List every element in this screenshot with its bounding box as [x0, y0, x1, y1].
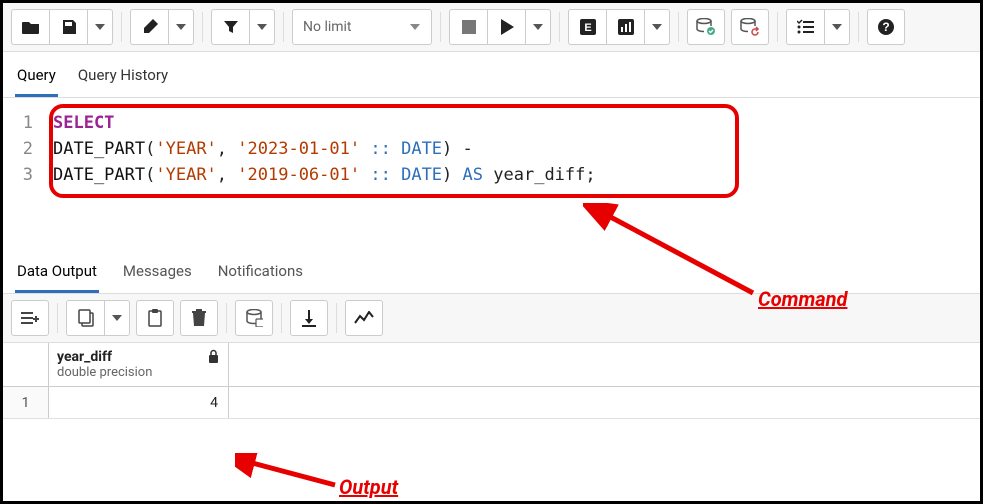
copy-button[interactable] [66, 300, 104, 336]
tab-query-history[interactable]: Query History [76, 60, 170, 97]
save-icon [61, 19, 77, 35]
chevron-down-icon [832, 24, 842, 30]
filter-icon [223, 19, 239, 35]
copy-icon [78, 309, 94, 327]
limit-label: No limit [303, 19, 352, 35]
chevron-down-icon [95, 24, 105, 30]
download-icon [301, 309, 317, 327]
code-area[interactable]: SELECT DATE_PART('YEAR', '2023-01-01' ::… [41, 106, 608, 192]
explain-analyze-button[interactable] [606, 9, 644, 45]
limit-select[interactable]: No limit [292, 9, 432, 45]
chevron-down-icon [112, 315, 122, 321]
line-gutter: 1 2 3 [3, 106, 41, 192]
svg-text:?: ? [882, 20, 889, 34]
filter-button[interactable] [211, 9, 249, 45]
save-button[interactable] [49, 9, 87, 45]
database-check-icon [696, 18, 716, 36]
explain-button[interactable]: E [568, 9, 606, 45]
explain-icon: E [580, 19, 596, 35]
results-grid: year_diff double precision 1 4 [3, 343, 980, 419]
chevron-down-icon [533, 24, 543, 30]
add-row-button[interactable] [11, 300, 49, 336]
output-annotation: Output [339, 475, 398, 499]
rollback-button[interactable] [731, 9, 769, 45]
line-chart-icon [354, 311, 374, 325]
tab-query[interactable]: Query [15, 60, 58, 97]
delete-button[interactable] [180, 300, 218, 336]
trash-icon [192, 309, 206, 327]
lock-icon [207, 349, 220, 364]
column-header[interactable]: year_diff double precision [49, 343, 229, 386]
commit-button[interactable] [687, 9, 725, 45]
row-number: 1 [3, 387, 49, 418]
stop-button[interactable] [449, 9, 487, 45]
edit-dropdown[interactable] [168, 9, 194, 45]
output-tabs: Data Output Messages Notifications [3, 250, 980, 294]
grid-corner [3, 343, 49, 386]
database-undo-icon [740, 18, 760, 36]
filter-dropdown[interactable] [249, 9, 275, 45]
tab-data-output[interactable]: Data Output [15, 258, 99, 293]
help-icon: ? [877, 18, 895, 36]
graph-button[interactable] [345, 300, 383, 336]
column-name: year_diff [57, 349, 152, 365]
help-button[interactable]: ? [867, 9, 905, 45]
clipboard-icon [147, 309, 163, 327]
open-file-button[interactable] [11, 9, 49, 45]
execute-dropdown[interactable] [525, 9, 551, 45]
database-save-icon [245, 309, 263, 327]
output-toolbar [3, 294, 980, 343]
rows-plus-icon [21, 310, 39, 326]
sql-editor[interactable]: 1 2 3 SELECT DATE_PART('YEAR', '2023-01-… [3, 98, 980, 202]
chevron-down-icon [176, 24, 186, 30]
macros-dropdown[interactable] [824, 9, 850, 45]
execute-button[interactable] [487, 9, 525, 45]
list-check-icon [797, 19, 815, 35]
explain-dropdown[interactable] [644, 9, 670, 45]
cell-value[interactable]: 4 [49, 387, 229, 418]
tab-notifications[interactable]: Notifications [216, 258, 305, 293]
edit-button[interactable] [130, 9, 168, 45]
caret-down-icon [409, 24, 421, 31]
chevron-down-icon [257, 24, 267, 30]
play-icon [500, 19, 514, 35]
folder-icon [22, 19, 40, 35]
svg-text:E: E [584, 22, 591, 34]
stop-icon [462, 20, 476, 34]
pencil-icon [142, 19, 158, 35]
copy-dropdown[interactable] [104, 300, 130, 336]
save-dropdown[interactable] [87, 9, 113, 45]
download-button[interactable] [290, 300, 328, 336]
output-arrow [235, 453, 345, 493]
editor-tabs: Query Query History [3, 52, 980, 98]
column-type: double precision [57, 365, 152, 380]
save-data-button[interactable] [235, 300, 273, 336]
main-toolbar: No limit E ? [3, 3, 980, 52]
macros-button[interactable] [786, 9, 824, 45]
chevron-down-icon [652, 24, 662, 30]
bar-chart-icon [618, 19, 634, 35]
paste-button[interactable] [136, 300, 174, 336]
table-row[interactable]: 1 4 [3, 387, 980, 419]
tab-messages[interactable]: Messages [121, 258, 194, 293]
